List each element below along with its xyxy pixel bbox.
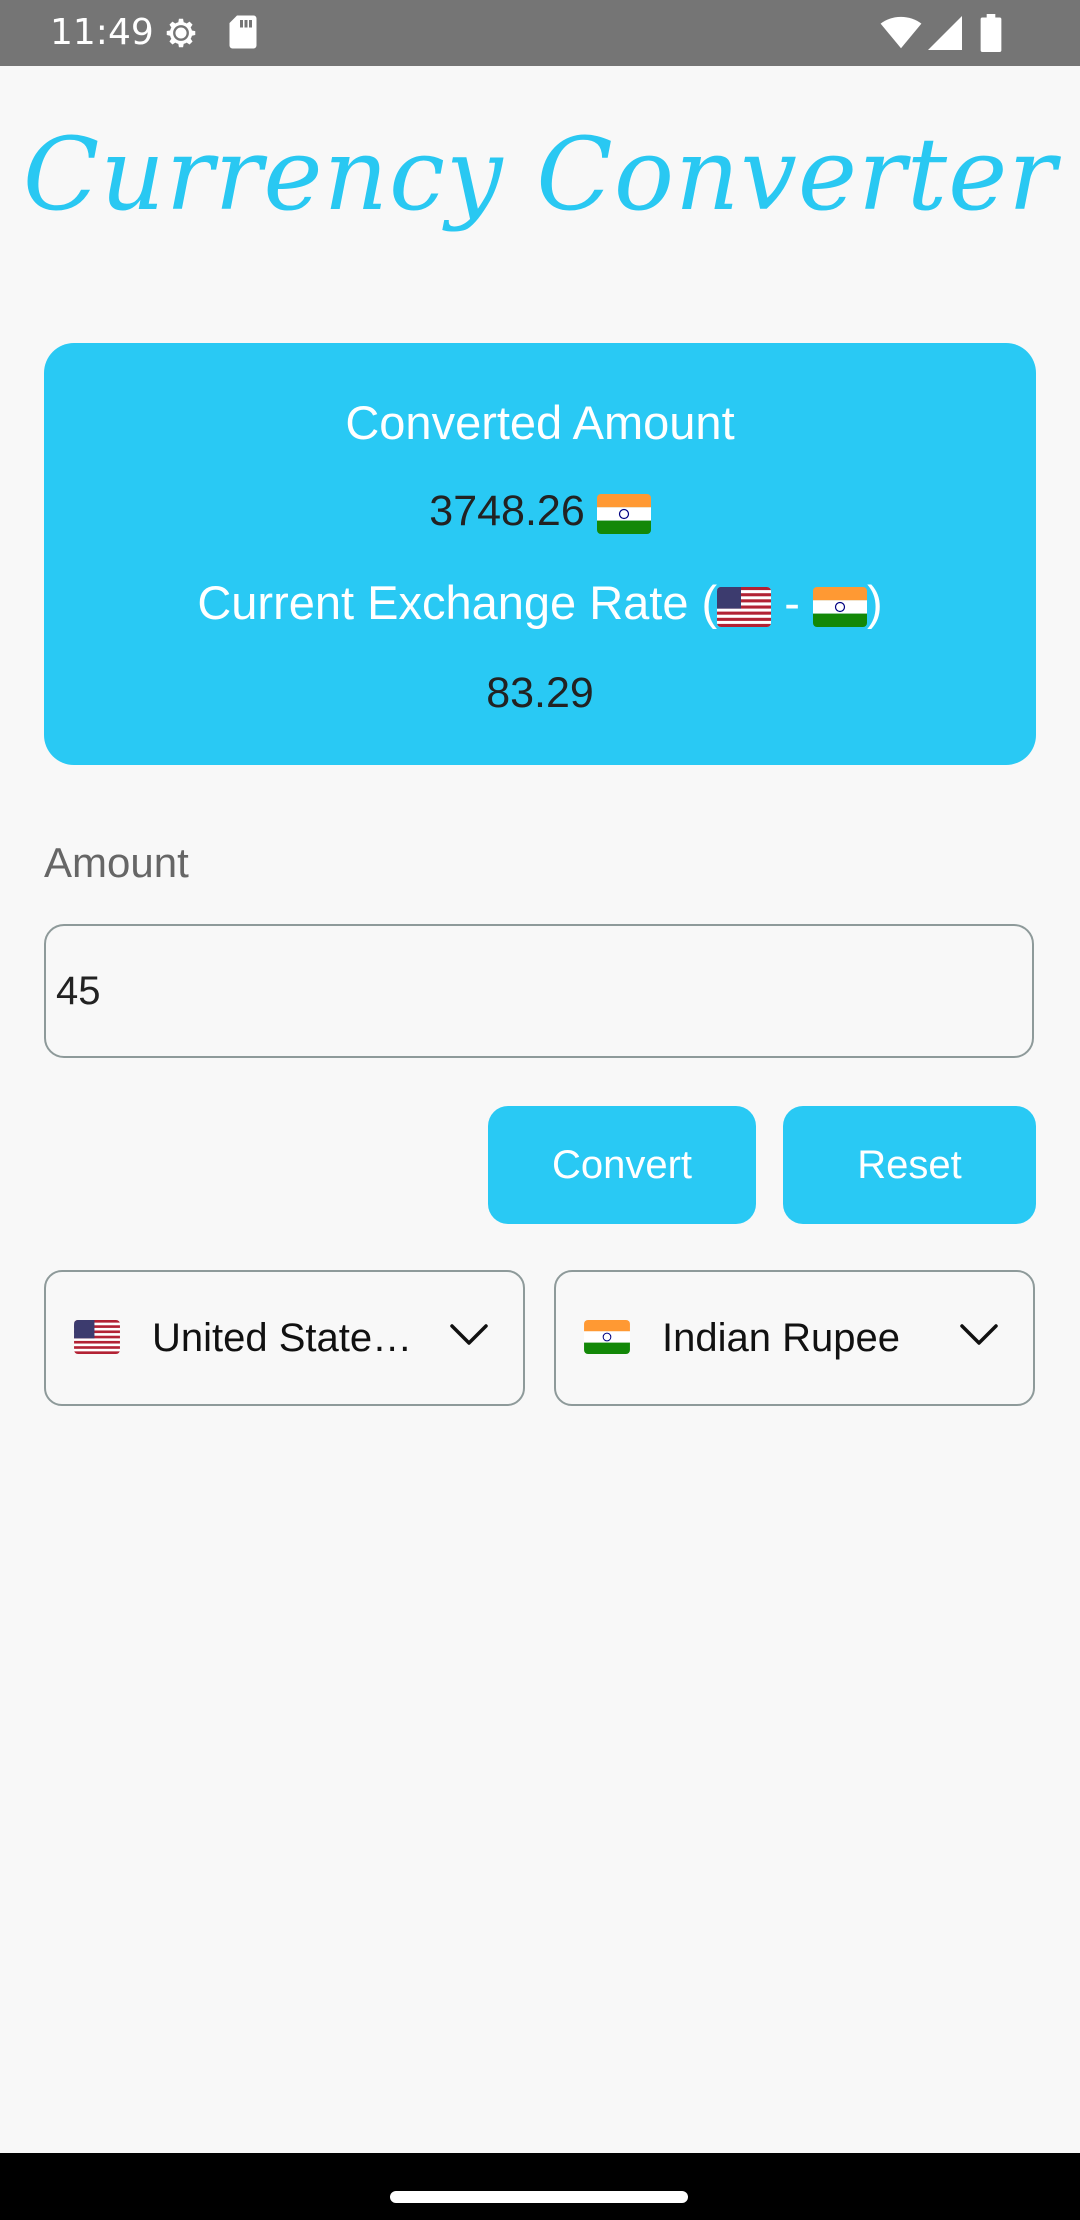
to-currency-select[interactable]: Indian Rupee — [554, 1270, 1035, 1406]
rate-label-suffix: ) — [867, 576, 883, 629]
from-currency-select[interactable]: United States… — [44, 1270, 525, 1406]
to-currency-label: Indian Rupee — [662, 1316, 900, 1360]
status-time: 11:49 — [50, 12, 154, 53]
us-flag-icon — [74, 1320, 120, 1354]
converted-amount-row: 3748.26 — [44, 483, 1036, 539]
result-card: Converted Amount 3748.26 Current Exchang… — [44, 343, 1036, 765]
chevron-down-icon — [449, 1322, 489, 1348]
currency-converter-screen: 11:49 Currency Converter Converted Amoun… — [0, 0, 1080, 2220]
converted-amount-heading: Converted Amount — [345, 396, 735, 449]
app-title: Currency Converter — [22, 116, 1058, 233]
exchange-rate-value: 83.29 — [486, 669, 594, 717]
sd-card-icon — [228, 14, 258, 50]
battery-icon — [980, 14, 1002, 52]
rate-label-prefix: Current Exchange Rate ( — [197, 576, 718, 629]
convert-button[interactable]: Convert — [488, 1106, 756, 1224]
amount-label: Amount — [44, 839, 189, 886]
converted-amount-value: 3748.26 — [429, 487, 585, 535]
navigation-bar — [0, 2153, 1080, 2220]
settings-gear-icon — [162, 14, 200, 52]
reset-button[interactable]: Reset — [783, 1106, 1036, 1224]
wifi-icon — [880, 16, 922, 50]
status-bar: 11:49 — [0, 0, 1080, 66]
india-flag-icon — [596, 493, 651, 534]
india-flag-icon — [813, 586, 867, 627]
amount-input[interactable] — [44, 924, 1034, 1058]
home-indicator[interactable] — [390, 2191, 688, 2203]
from-currency-label: United States… — [152, 1316, 432, 1360]
exchange-rate-label: Current Exchange Rate ( -) — [44, 573, 1036, 633]
india-flag-icon — [584, 1320, 630, 1354]
rate-label-separator: - — [771, 576, 813, 629]
cellular-signal-icon — [928, 16, 962, 50]
us-flag-icon — [717, 586, 772, 627]
chevron-down-icon — [959, 1322, 999, 1348]
